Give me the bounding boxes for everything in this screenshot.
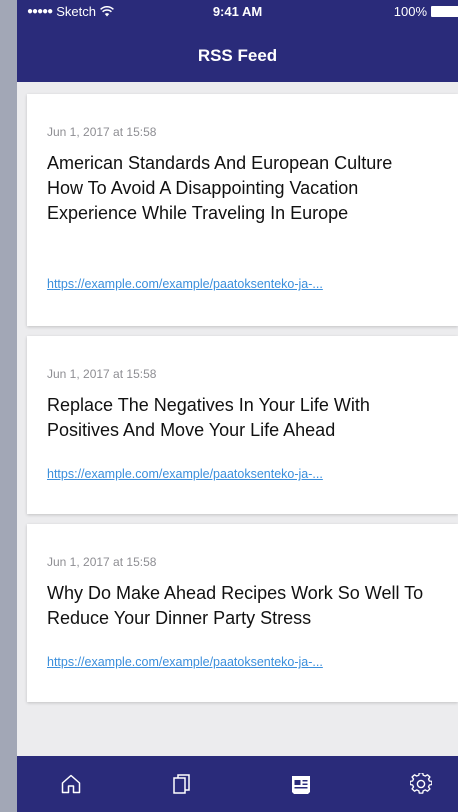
card-link[interactable]: https://example.com/example/paatoksentek…: [47, 655, 432, 669]
card-title[interactable]: Replace The Negatives In Your Life With …: [47, 393, 427, 443]
home-icon: [61, 774, 81, 794]
card-date: Jun 1, 2017 at 15:58: [47, 367, 157, 381]
tab-pages[interactable]: [166, 768, 198, 800]
pages-icon: [173, 774, 190, 794]
page-title: RSS Feed: [197, 46, 278, 65]
newspaper-icon: [292, 776, 310, 794]
card-title[interactable]: Why Do Make Ahead Recipes Work So Well T…: [47, 581, 427, 631]
status-bar: ●●●●● Sketch 9:41 AM 100%: [17, 0, 458, 22]
feed-card[interactable]: Jun 1, 2017 at 15:58 Replace The Negativ…: [27, 336, 458, 514]
battery-group: 100%: [394, 4, 458, 19]
tab-home[interactable]: [55, 768, 87, 800]
tab-news[interactable]: [285, 768, 317, 800]
battery-percent: 100%: [393, 4, 427, 19]
feed-card[interactable]: Jun 1, 2017 at 15:58 American Standards …: [27, 94, 458, 326]
phone-screen: ●●●●● Sketch 9:41 AM 100% RSS Feed Jun 1…: [17, 0, 458, 812]
card-date: Jun 1, 2017 at 15:58: [47, 555, 157, 569]
gear-icon: [410, 773, 432, 794]
battery-icon: [431, 6, 458, 17]
tab-settings[interactable]: [405, 768, 437, 800]
tab-bar: [17, 756, 458, 812]
app-header: ●●●●● Sketch 9:41 AM 100% RSS Feed: [17, 0, 458, 82]
feed-card[interactable]: Jun 1, 2017 at 15:58 Why Do Make Ahead R…: [27, 524, 458, 702]
card-title[interactable]: American Standards And European Culture …: [47, 151, 427, 226]
status-time: 9:41 AM: [212, 4, 263, 19]
card-link[interactable]: https://example.com/example/paatoksentek…: [47, 467, 432, 481]
card-date: Jun 1, 2017 at 15:58: [47, 125, 157, 139]
card-link[interactable]: https://example.com/example/paatoksentek…: [47, 277, 432, 291]
